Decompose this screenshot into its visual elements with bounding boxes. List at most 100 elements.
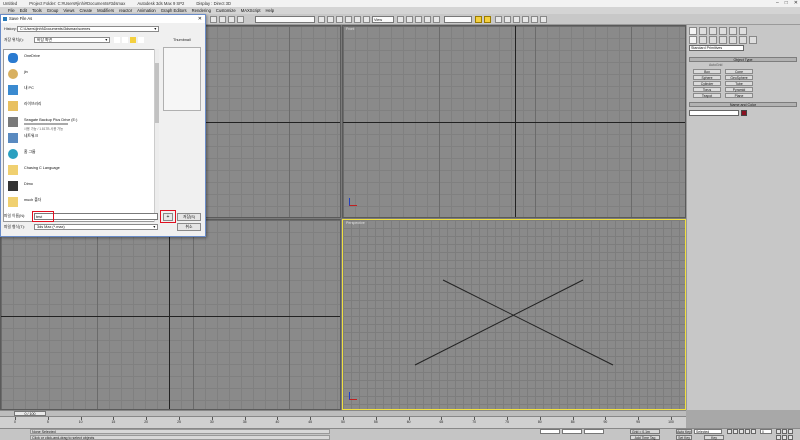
box-button[interactable]: Box [693,69,721,74]
coord-z-field[interactable] [584,429,604,434]
helpers-icon[interactable] [729,36,737,44]
manipulate-icon[interactable] [406,16,413,23]
current-frame-field[interactable]: 0 [760,429,772,434]
menu-rendering[interactable]: Rendering [192,8,211,13]
select-by-name-icon[interactable] [327,16,334,23]
cancel-button[interactable]: 취소 [177,223,201,231]
add-time-tag-button[interactable]: Add Time Tag [630,435,660,440]
layer-manager-icon[interactable] [495,16,502,23]
maximize-button[interactable]: □ [785,0,788,6]
go-to-start-icon[interactable] [727,429,732,434]
list-item[interactable]: Seagate Backup Plus Drive (E:) 사용 가능 / 1… [6,114,154,131]
up-folder-icon[interactable] [122,37,128,43]
list-item[interactable]: jin [6,66,154,82]
unlink-icon[interactable] [237,16,244,23]
menu-maxscript[interactable]: MAXScript [241,8,261,13]
cylinder-button[interactable]: Cylinder [693,81,721,86]
field-of-view-icon[interactable] [776,435,781,440]
redo-icon[interactable] [219,16,226,23]
render-setup-icon[interactable] [531,16,538,23]
space-warps-icon[interactable] [739,36,747,44]
modify-tab-icon[interactable] [699,27,707,35]
list-item[interactable]: 홈 그룹 [6,146,154,162]
list-item[interactable]: 네트워크 [6,130,154,146]
dialog-close-button[interactable]: ✕ [198,15,202,23]
render-icon[interactable] [540,16,547,23]
minimize-button[interactable]: – [776,0,779,6]
select-object-icon[interactable] [318,16,325,23]
percent-snap-icon[interactable] [433,16,440,23]
menu-help[interactable]: Help [265,8,274,13]
view-menu-icon[interactable] [138,37,144,43]
utilities-tab-icon[interactable] [739,27,747,35]
menu-create[interactable]: Create [80,8,93,13]
undo-icon[interactable] [210,16,217,23]
sphere-button[interactable]: Sphere [693,75,721,80]
list-item[interactable]: Dimo [6,178,154,194]
menu-reactor[interactable]: reactor [119,8,132,13]
coord-x-field[interactable] [540,429,560,434]
move-icon[interactable] [354,16,361,23]
menu-modifiers[interactable]: Modifiers [97,8,114,13]
list-item[interactable]: Chasing C Language [6,162,154,178]
name-and-color-rollout[interactable]: Name and Color [689,102,797,107]
zoom-extents-icon[interactable] [788,429,793,434]
menu-group[interactable]: Group [47,8,59,13]
geometry-icon[interactable] [689,36,697,44]
menu-graph-editors[interactable]: Graph Editors [161,8,187,13]
scrollbar-thumb[interactable] [155,63,159,123]
go-to-end-icon[interactable] [751,429,756,434]
shapes-icon[interactable] [699,36,707,44]
pyramid-button[interactable]: Pyramid [725,87,753,92]
list-item[interactable]: OneDrive [6,50,154,66]
cameras-icon[interactable] [719,36,727,44]
pan-icon[interactable] [782,435,787,440]
motion-tab-icon[interactable] [719,27,727,35]
file-list[interactable]: OneDrive jin 내 PC 라이브러리 Seagate Backup P… [3,49,159,222]
previous-frame-icon[interactable] [733,429,738,434]
torus-button[interactable]: Torus [693,87,721,92]
tube-button[interactable]: Tube [725,81,753,86]
primitive-category-combo[interactable]: Standard Primitives [689,45,744,51]
angle-snap-icon[interactable] [424,16,431,23]
cone-button[interactable]: Cone [725,69,753,74]
coord-y-field[interactable] [562,429,582,434]
arc-rotate-icon[interactable] [788,435,793,440]
geosphere-button[interactable]: GeoSphere [725,75,753,80]
link-icon[interactable] [228,16,235,23]
reference-coordinate-combo[interactable]: View [372,16,394,23]
menu-views[interactable]: Views [63,8,74,13]
rotate-icon[interactable] [363,16,370,23]
play-icon[interactable] [739,429,744,434]
zoom-all-icon[interactable] [782,429,787,434]
teapot-button[interactable]: Teapot [693,93,721,98]
viewport-front[interactable]: Front [342,25,686,218]
plane-button[interactable]: Plane [725,93,753,98]
create-tab-icon[interactable] [689,27,697,35]
viewport-left[interactable]: Left [0,219,341,410]
object-name-field[interactable] [689,110,739,116]
material-editor-icon[interactable] [522,16,529,23]
viewport-front-label[interactable]: Front [346,27,354,31]
autogrid-checkbox[interactable]: AutoGrid [709,63,722,67]
filetype-combo[interactable]: 3ds Max (*.max) ▼ [34,224,158,230]
menu-animation[interactable]: Animation [137,8,156,13]
new-folder-icon[interactable] [130,37,136,43]
window-crossing-icon[interactable] [345,16,352,23]
key-filters-button[interactable]: Key Filters... [704,435,724,440]
menu-file[interactable]: File [8,8,15,13]
menu-tools[interactable]: Tools [32,8,42,13]
snap-toggle-icon[interactable] [415,16,422,23]
mirror-icon[interactable] [475,16,482,23]
lights-icon[interactable] [709,36,717,44]
save-button[interactable]: 저장(S) [177,213,201,221]
dialog-title-bar[interactable]: Save File As ✕ [1,15,205,23]
menu-edit[interactable]: Edit [20,8,27,13]
selection-filter-combo[interactable] [255,16,315,23]
close-button[interactable]: ✕ [794,0,798,6]
back-icon[interactable] [114,37,120,43]
list-item[interactable]: 내 PC [6,82,154,98]
set-key-button[interactable]: Set Key [676,435,692,440]
next-frame-icon[interactable] [745,429,750,434]
history-combo[interactable]: C:\Users\jinhi\Documents\3dsmax\scenes ▼ [17,26,159,32]
